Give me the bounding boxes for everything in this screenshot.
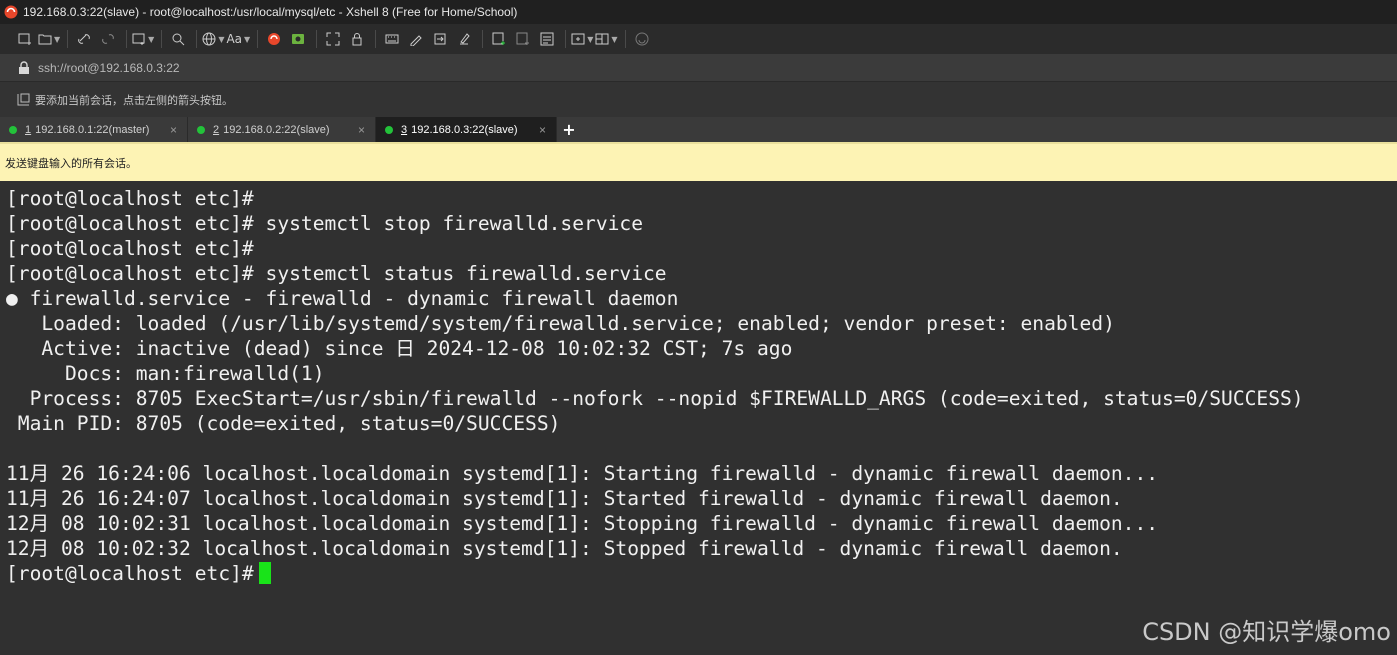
toolbar-divider [161, 30, 163, 48]
script-icon[interactable] [405, 28, 427, 50]
terminal-line: 11月 26 16:24:06 localhost.localdomain sy… [6, 462, 1159, 485]
toolbar-divider [257, 30, 259, 48]
new-tab-icon[interactable] [488, 28, 510, 50]
terminal-line: Main PID: 8705 (code=exited, status=0/SU… [6, 412, 561, 435]
terminal-line: ● firewalld.service - firewalld - dynami… [6, 287, 679, 310]
tab-list-icon[interactable] [536, 28, 558, 50]
chevron-down-icon: ▼ [587, 34, 594, 44]
link-icon[interactable] [73, 28, 95, 50]
terminal-cursor [258, 562, 271, 584]
close-icon[interactable]: × [358, 123, 365, 137]
terminal-line: Loaded: loaded (/usr/lib/systemd/system/… [6, 312, 1115, 335]
toolbar-divider [624, 30, 626, 48]
terminal-line: Active: inactive (dead) since 日 2024-12-… [6, 337, 793, 360]
keyboard-icon[interactable] [381, 28, 403, 50]
terminal-prompt: [root@localhost etc]# [6, 562, 254, 585]
xshell-logo-icon[interactable] [263, 28, 285, 50]
new-session-icon[interactable] [14, 28, 36, 50]
toolbar-divider [67, 30, 69, 48]
toolbar-divider [126, 30, 128, 48]
tab-session-1[interactable]: 1 192.168.0.1:22(master) × [0, 117, 188, 142]
compose-icon[interactable] [453, 28, 475, 50]
tab-number: 3 [401, 123, 408, 136]
address-bar[interactable]: ssh://root@192.168.0.3:22 [0, 54, 1397, 81]
session-tab-bar: 1 192.168.0.1:22(master) × 2 192.168.0.2… [0, 117, 1397, 142]
chevron-down-icon: ▼ [54, 34, 61, 44]
session-hint-bar: 要添加当前会话，点击左侧的箭头按钮。 [0, 81, 1397, 117]
terminal-line: [root@localhost etc]# [6, 237, 254, 260]
title-bar: 192.168.0.3:22(slave) - root@localhost:/… [0, 0, 1397, 24]
help-icon[interactable] [631, 28, 653, 50]
tab-session-3[interactable]: 3 192.168.0.3:22(slave) × [376, 117, 557, 142]
folder-icon[interactable]: ▼ [571, 28, 593, 50]
chevron-down-icon: ▼ [611, 34, 618, 44]
add-session-arrow-icon[interactable] [17, 93, 30, 106]
toolbar-divider [196, 30, 198, 48]
tab-number: 1 [25, 123, 32, 136]
toolbar-divider [375, 30, 377, 48]
terminal-line: [root@localhost etc]# systemctl stop fir… [6, 212, 644, 235]
toolbar: ▼ ▼ ▼ Aa ▼ ▼ ▼ [0, 24, 1397, 54]
tab-session-2[interactable]: 2 192.168.0.2:22(slave) × [188, 117, 376, 142]
notice-text: 发送键盘输入的所有会话。 [5, 156, 137, 170]
chevron-down-icon: ▼ [148, 34, 155, 44]
chevron-down-icon: ▼ [218, 34, 225, 44]
unlink-icon[interactable] [97, 28, 119, 50]
send-to-all-notice: 发送键盘输入的所有会话。 [0, 142, 1397, 181]
xshell-app-icon[interactable] [4, 5, 18, 19]
tab-number: 2 [213, 123, 220, 136]
terminal-line: 12月 08 10:02:31 localhost.localdomain sy… [6, 512, 1159, 535]
address-url[interactable]: ssh://root@192.168.0.3:22 [38, 61, 180, 75]
terminal-line: [root@localhost etc]# systemctl status f… [6, 262, 667, 285]
font-icon[interactable]: Aa ▼ [226, 28, 250, 50]
terminal-line: Docs: man:firewalld(1) [6, 362, 325, 385]
toolbar-divider [565, 30, 567, 48]
window-title: 192.168.0.3:22(slave) - root@localhost:/… [23, 5, 518, 19]
transfer-icon[interactable] [429, 28, 451, 50]
watermark: CSDN @知识学爆omo [1142, 618, 1391, 646]
new-window-icon[interactable]: ▼ [132, 28, 154, 50]
add-tab-button[interactable]: + [557, 117, 581, 142]
close-icon[interactable]: × [170, 123, 177, 137]
terminal-line: 11月 26 16:24:07 localhost.localdomain sy… [6, 487, 1123, 510]
toolbar-divider [482, 30, 484, 48]
chevron-down-icon: ▼ [244, 34, 251, 44]
lock-icon[interactable] [346, 28, 368, 50]
open-folder-icon[interactable]: ▼ [38, 28, 60, 50]
terminal-output[interactable]: [root@localhost etc]# [root@localhost et… [0, 181, 1397, 655]
globe-icon[interactable]: ▼ [202, 28, 224, 50]
search-icon[interactable] [167, 28, 189, 50]
hint-text: 要添加当前会话，点击左侧的箭头按钮。 [35, 93, 233, 107]
terminal-line: 12月 08 10:02:32 localhost.localdomain sy… [6, 537, 1123, 560]
lock-icon [19, 60, 29, 74]
connected-status-icon [385, 125, 393, 134]
toolbar-divider [316, 30, 318, 48]
terminal-line: [root@localhost etc]# [6, 187, 254, 210]
tab-label: 192.168.0.1:22(master) [35, 123, 150, 136]
tab-label: 192.168.0.3:22(slave) [411, 123, 518, 136]
fullscreen-icon[interactable] [322, 28, 344, 50]
close-icon[interactable]: × [539, 123, 546, 137]
connected-status-icon [9, 125, 17, 134]
xftp-icon[interactable] [287, 28, 309, 50]
terminal-line: Process: 8705 ExecStart=/usr/sbin/firewa… [6, 387, 1304, 410]
connected-status-icon [197, 125, 205, 134]
layout-icon[interactable]: ▼ [595, 28, 618, 50]
font-label: Aa [226, 32, 243, 46]
terminal-prompt-line[interactable]: [root@localhost etc]# [6, 561, 1397, 586]
copy-tab-icon[interactable] [512, 28, 534, 50]
tab-label: 192.168.0.2:22(slave) [223, 123, 330, 136]
